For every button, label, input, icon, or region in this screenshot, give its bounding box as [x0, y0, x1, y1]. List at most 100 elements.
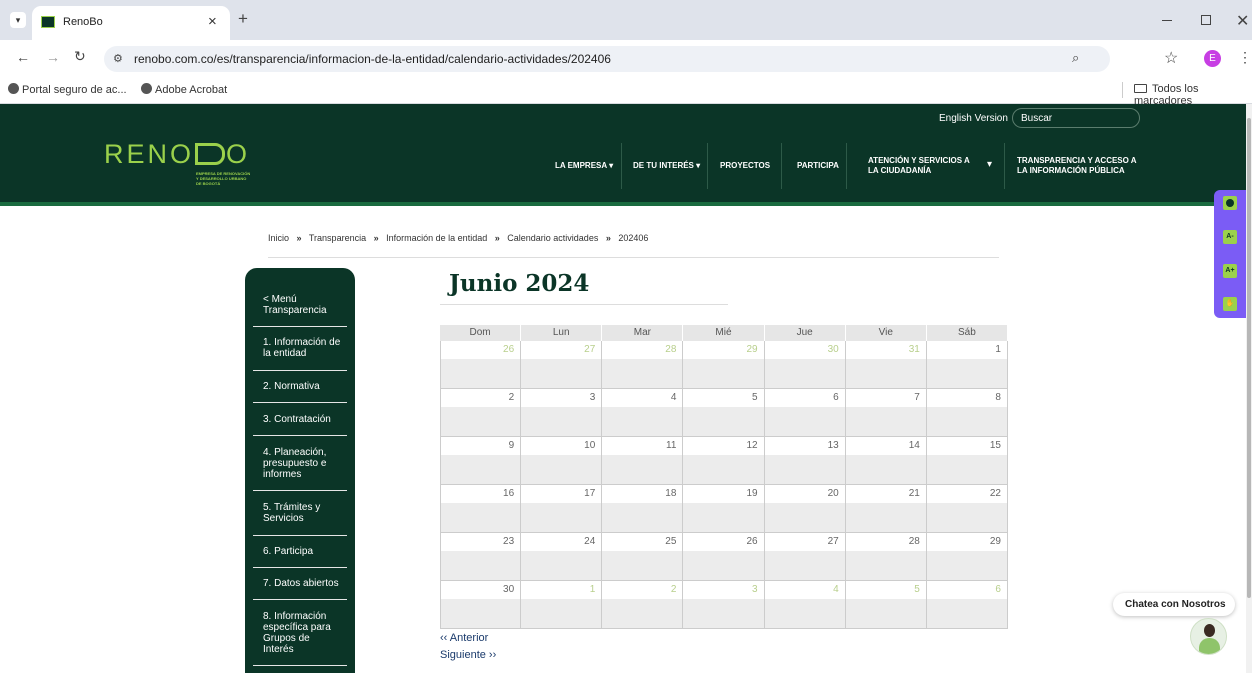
calendar-day-cell[interactable]: 23 — [440, 533, 522, 581]
breadcrumb-inicio[interactable]: Inicio — [268, 233, 289, 243]
tab-list-chevron-icon[interactable]: ▾ — [10, 12, 26, 28]
browser-menu-icon[interactable]: ⋮ — [1238, 49, 1252, 66]
calendar-day-cell[interactable]: 6 — [926, 581, 1008, 629]
calendar-day-cell[interactable]: 27 — [521, 341, 603, 389]
sidebar-item-7[interactable]: 7. Datos abiertos — [263, 578, 343, 589]
sidebar-back-menu[interactable]: < Menú Transparencia — [263, 294, 343, 316]
calendar-day-cell[interactable]: 2 — [440, 389, 522, 437]
nav-atencion[interactable]: ATENCIÓN Y SERVICIOS A LA CIUDADANÍA — [868, 156, 978, 176]
calendar-day-cell[interactable]: 29 — [926, 533, 1008, 581]
calendar-day-cell[interactable]: 10 — [521, 437, 603, 485]
day-number: 23 — [503, 536, 515, 547]
tab-close-icon[interactable]: × — [208, 13, 217, 30]
calendar-day-cell[interactable]: 17 — [521, 485, 603, 533]
sign-language-icon[interactable]: ✋ — [1223, 297, 1237, 311]
calendar-day-cell[interactable]: 26 — [440, 341, 522, 389]
back-arrow-icon[interactable]: ← — [16, 49, 30, 65]
bookmark-1[interactable]: Portal seguro de ac... — [8, 83, 127, 96]
day-events-area — [602, 455, 683, 484]
nav-transparencia[interactable]: TRANSPARENCIA Y ACCESO A LA INFORMACIÓN … — [1017, 156, 1147, 176]
english-version-link[interactable]: English Version — [939, 113, 1008, 124]
calendar-day-cell[interactable]: 11 — [602, 437, 684, 485]
decrease-text-icon[interactable]: A- — [1223, 230, 1237, 244]
breadcrumb-informacion[interactable]: Información de la entidad — [386, 233, 487, 243]
calendar-day-cell[interactable]: 2 — [602, 581, 684, 629]
calendar-day-cell[interactable]: 14 — [845, 437, 927, 485]
bookmark-star-icon[interactable]: ☆ — [1164, 48, 1178, 68]
site-settings-icon[interactable]: ⚙ — [113, 52, 123, 65]
calendar-day-cell[interactable]: 21 — [845, 485, 927, 533]
calendar-day-cell[interactable]: 3 — [683, 581, 765, 629]
browser-tab[interactable]: RenoBo × — [32, 6, 230, 40]
minimize-icon[interactable] — [1162, 20, 1172, 21]
reload-icon[interactable]: ↻ — [74, 48, 86, 65]
calendar-day-cell[interactable]: 1 — [926, 341, 1008, 389]
next-month-link[interactable]: Siguiente ›› — [440, 649, 496, 661]
breadcrumb-calendario[interactable]: Calendario actividades — [507, 233, 598, 243]
calendar-day-cell[interactable]: 12 — [683, 437, 765, 485]
calendar-day-cell[interactable]: 15 — [926, 437, 1008, 485]
calendar-day-cell[interactable]: 28 — [602, 341, 684, 389]
sidebar-item-8[interactable]: 8. Información específica para Grupos de… — [263, 611, 343, 655]
sidebar-item-1[interactable]: 1. Información de la entidad — [263, 337, 343, 359]
restore-icon[interactable] — [1201, 15, 1211, 25]
calendar-day-cell[interactable]: 6 — [764, 389, 846, 437]
calendar-day-cell[interactable]: 22 — [926, 485, 1008, 533]
day-events-area — [764, 503, 845, 532]
calendar-day-cell[interactable]: 13 — [764, 437, 846, 485]
calendar-day-cell[interactable]: 5 — [683, 389, 765, 437]
calendar-day-cell[interactable]: 7 — [845, 389, 927, 437]
nav-la-empresa[interactable]: LA EMPRESA ▾ — [555, 161, 613, 171]
agent-body-icon — [1199, 638, 1220, 654]
calendar-day-cell[interactable]: 20 — [764, 485, 846, 533]
chevron-down-icon[interactable]: ▾ — [987, 159, 992, 170]
chat-avatar[interactable] — [1190, 618, 1227, 655]
zoom-icon[interactable]: ⌕ — [1072, 50, 1079, 66]
sidebar-item-4[interactable]: 4. Planeación, presupuesto e informes — [263, 447, 343, 480]
increase-text-icon[interactable]: A+ — [1223, 264, 1237, 278]
bookmark-2[interactable]: Adobe Acrobat — [141, 83, 227, 96]
breadcrumb-transparencia[interactable]: Transparencia — [309, 233, 366, 243]
calendar-day-cell[interactable]: 28 — [845, 533, 927, 581]
calendar-day-cell[interactable]: 4 — [764, 581, 846, 629]
weekday-header: Mar — [602, 325, 684, 341]
calendar-day-cell[interactable]: 8 — [926, 389, 1008, 437]
calendar-day-cell[interactable]: 19 — [683, 485, 765, 533]
calendar-day-cell[interactable]: 18 — [602, 485, 684, 533]
calendar-day-cell[interactable]: 5 — [845, 581, 927, 629]
url-text[interactable]: renobo.com.co/es/transparencia/informaci… — [134, 52, 611, 66]
new-tab-button[interactable]: + — [238, 9, 248, 29]
calendar-day-cell[interactable]: 24 — [521, 533, 603, 581]
close-window-icon[interactable]: ✕ — [1236, 11, 1249, 31]
calendar-day-cell[interactable]: 30 — [440, 581, 522, 629]
sidebar-item-5[interactable]: 5. Trámites y Servicios — [263, 502, 343, 524]
calendar-day-cell[interactable]: 9 — [440, 437, 522, 485]
contrast-icon[interactable] — [1223, 196, 1237, 210]
site-logo[interactable]: RENO O EMPRESA DE RENOVACIÓN Y DESARROLLO… — [104, 139, 250, 186]
tab-title: RenoBo — [63, 16, 103, 28]
calendar-day-cell[interactable]: 3 — [521, 389, 603, 437]
address-bar[interactable]: ⚙ renobo.com.co/es/transparencia/informa… — [104, 46, 1110, 72]
day-number: 1 — [589, 584, 596, 595]
calendar-day-cell[interactable]: 26 — [683, 533, 765, 581]
nav-participa[interactable]: PARTICIPA — [797, 161, 839, 171]
calendar-day-cell[interactable]: 16 — [440, 485, 522, 533]
sidebar-item-6[interactable]: 6. Participa — [263, 546, 343, 557]
calendar-day-cell[interactable]: 30 — [764, 341, 846, 389]
page-scrollbar-thumb[interactable] — [1247, 118, 1251, 598]
calendar-day-cell[interactable]: 31 — [845, 341, 927, 389]
sidebar-item-3[interactable]: 3. Contratación — [263, 414, 343, 425]
calendar-day-cell[interactable]: 1 — [521, 581, 603, 629]
calendar-day-cell[interactable]: 27 — [764, 533, 846, 581]
site-search-input[interactable]: Buscar — [1012, 108, 1140, 128]
calendar-day-cell[interactable]: 4 — [602, 389, 684, 437]
calendar-day-cell[interactable]: 29 — [683, 341, 765, 389]
forward-arrow-icon[interactable]: → — [46, 49, 60, 65]
nav-de-tu-interes[interactable]: DE TU INTERÉS ▾ — [633, 161, 700, 171]
calendar-day-cell[interactable]: 25 — [602, 533, 684, 581]
chat-button[interactable]: Chatea con Nosotros — [1113, 593, 1235, 616]
nav-proyectos[interactable]: PROYECTOS — [720, 161, 770, 171]
sidebar-item-2[interactable]: 2. Normativa — [263, 381, 343, 392]
prev-month-link[interactable]: ‹‹ Anterior — [440, 632, 488, 644]
profile-avatar[interactable]: E — [1204, 50, 1221, 67]
